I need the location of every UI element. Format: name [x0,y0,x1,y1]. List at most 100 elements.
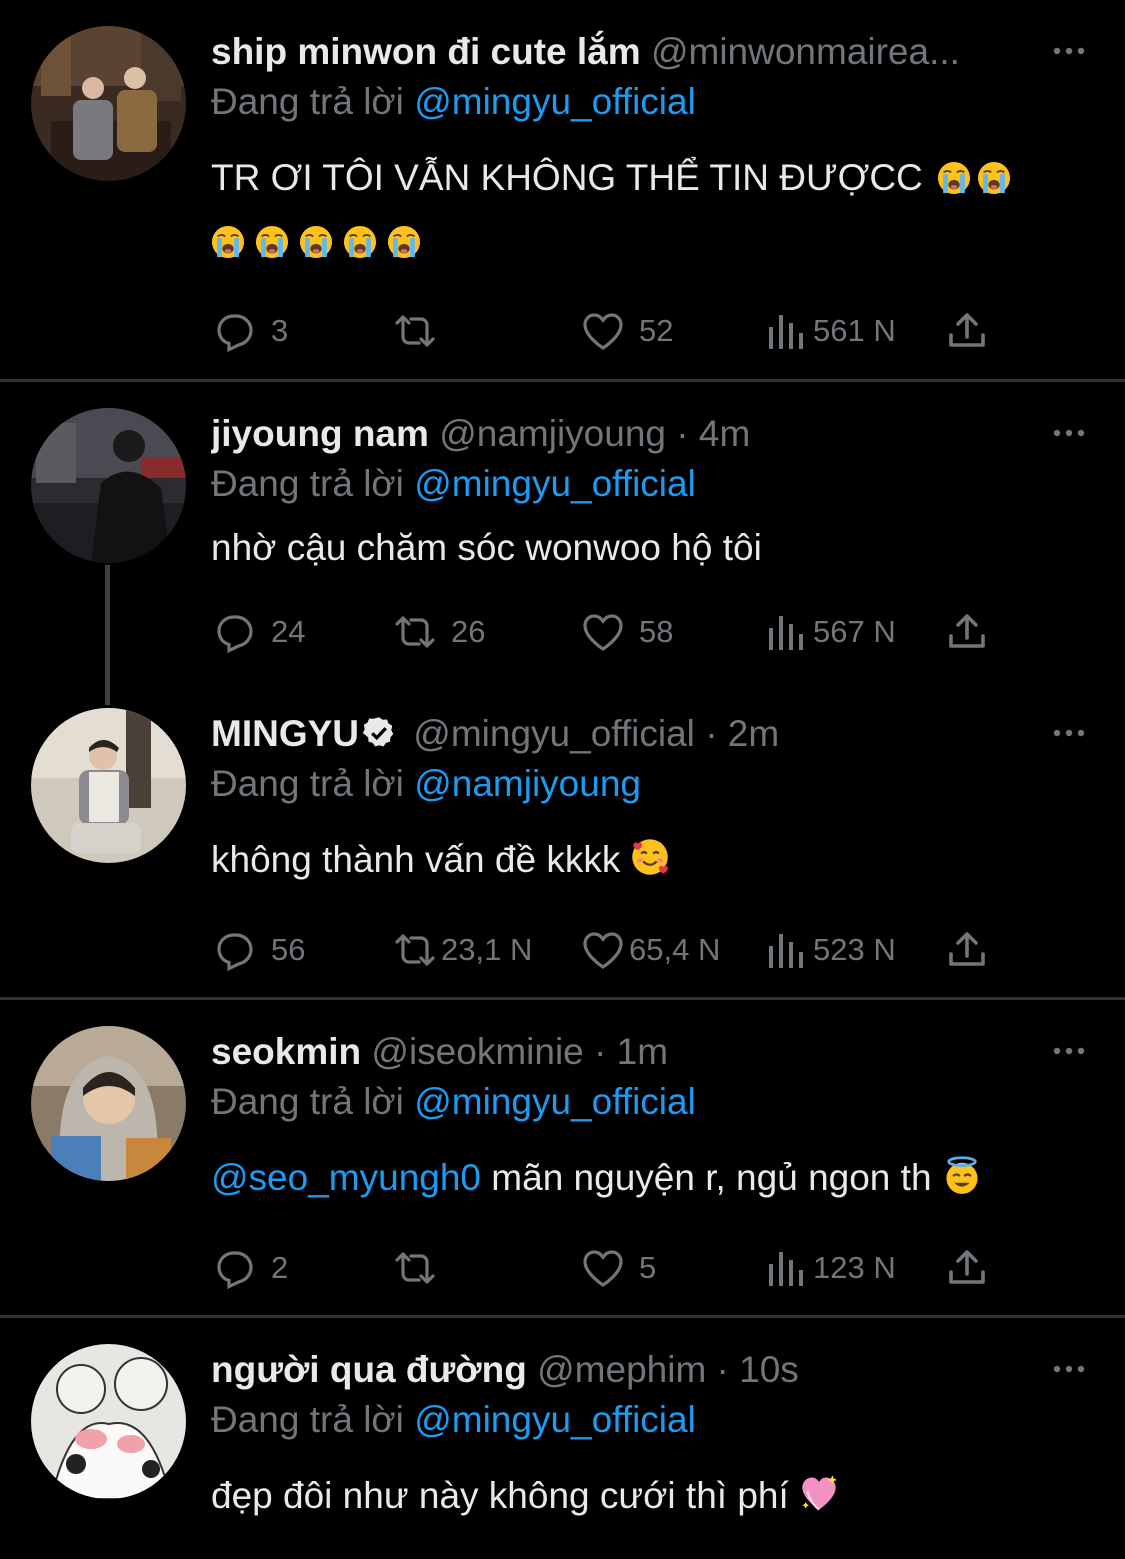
tweet-header: người qua đường @mephim · 10s [211,1344,1031,1396]
tweet-5[interactable]: người qua đường @mephim · 10s Đang trả l… [0,1344,1125,1559]
share-icon [943,1244,991,1292]
share-button[interactable] [943,608,991,656]
tweet-4[interactable]: seokmin @iseokminie · 1m Đang trả lời @m… [0,1026,1125,1316]
views-icon [763,608,811,656]
loudly-crying-emoji [255,225,289,259]
display-name[interactable]: ship minwon đi cute lắm [211,31,641,72]
reply-button[interactable]: 2 [211,1244,288,1292]
tweet-text-content: mãn nguyện r, ngủ ngon th [491,1157,932,1198]
tweet-header: MINGYU @mingyu_official · 2m [211,708,1031,760]
separator [0,1315,1125,1318]
views-count: 561 N [813,313,896,348]
tweet-text: đẹp đôi như này không cưới thì phí [211,1464,1091,1528]
loudly-crying-emoji [343,225,377,259]
avatar[interactable] [31,1026,186,1181]
retweet-icon [391,926,439,974]
loudly-crying-emoji [387,225,421,259]
loudly-crying-emoji [211,225,245,259]
like-button[interactable]: 52 [579,307,673,355]
retweet-button[interactable] [391,307,451,355]
views-button[interactable]: 523 N [763,926,896,974]
reply-button[interactable]: 56 [211,926,305,974]
replying-to-mention[interactable]: @mingyu_official [414,1399,696,1440]
separator [0,379,1125,382]
more-options-icon[interactable] [1049,1354,1089,1384]
like-count: 5 [639,1250,657,1285]
username[interactable]: @iseokminie [371,1031,583,1072]
tweet-3[interactable]: MINGYU @mingyu_official · 2m Đang trả lờ… [0,708,1125,998]
username[interactable]: @namjiyoung [439,413,666,454]
display-name[interactable]: người qua đường [211,1349,527,1390]
like-count: 58 [639,614,674,649]
share-button[interactable] [943,307,991,355]
tweet-header: seokmin @iseokminie · 1m [211,1026,1031,1078]
separator-dot: · [705,713,718,754]
more-options-icon[interactable] [1049,36,1089,66]
display-name[interactable]: seokmin [211,1031,361,1072]
tweet-2[interactable]: jiyoung nam @namjiyoung · 4m Đang trả lờ… [0,408,1125,678]
retweet-button[interactable]: 23,1 N [391,926,532,974]
replying-to-label: Đang trả lời [211,81,404,122]
avatar[interactable] [31,708,186,863]
retweet-icon [391,608,439,656]
views-icon [763,307,811,355]
reply-count: 2 [271,1250,289,1285]
like-count: 52 [639,313,674,348]
replying-to: Đang trả lời @mingyu_official [211,460,696,508]
like-button[interactable]: 65,4 N [579,926,720,974]
username[interactable]: @minwonmairea... [651,31,960,72]
replying-to-mention[interactable]: @namjiyoung [414,763,641,804]
share-icon [943,307,991,355]
timestamp[interactable]: 10s [739,1349,799,1390]
display-name[interactable]: jiyoung nam [211,413,429,454]
tweet-1[interactable]: ship minwon đi cute lắm @minwonmairea...… [0,26,1125,381]
username[interactable]: @mephim [537,1349,706,1390]
avatar[interactable] [31,1344,186,1499]
like-button[interactable]: 5 [579,1244,656,1292]
text-mention-link[interactable]: @seo_myungh0 [211,1157,481,1198]
tweet-actions: 3 52 561 N [211,307,1011,355]
heart-icon [579,307,627,355]
replying-to-label: Đang trả lời [211,1081,404,1122]
loudly-crying-emoji [937,161,971,195]
separator-dot: · [716,1349,729,1390]
loudly-crying-emoji [977,161,1011,195]
reply-button[interactable]: 3 [211,307,288,355]
replying-to-mention[interactable]: @mingyu_official [414,81,696,122]
reply-button[interactable]: 24 [211,608,305,656]
tweet-header: jiyoung nam @namjiyoung · 4m [211,408,1031,460]
retweet-button[interactable] [391,1244,451,1292]
smiling-face-with-hearts-emoji [630,837,670,877]
share-button[interactable] [943,1244,991,1292]
tweet-text-content: không thành vấn đề kkkk [211,839,621,880]
replying-to: Đang trả lời @mingyu_official [211,1396,696,1444]
username[interactable]: @mingyu_official [413,713,695,754]
views-button[interactable]: 123 N [763,1244,896,1292]
reply-icon [211,608,259,656]
views-count: 523 N [813,932,896,967]
timestamp[interactable]: 2m [728,713,779,754]
more-options-icon[interactable] [1049,718,1089,748]
replying-to: Đang trả lời @namjiyoung [211,760,641,808]
retweet-count: 23,1 N [441,932,533,967]
timestamp[interactable]: 1m [617,1031,668,1072]
replying-to-mention[interactable]: @mingyu_official [414,1081,696,1122]
replying-to-mention[interactable]: @mingyu_official [414,463,696,504]
tweet-actions: 2 5 123 N [211,1244,1011,1292]
heart-icon [579,1244,627,1292]
share-button[interactable] [943,926,991,974]
views-button[interactable]: 561 N [763,307,896,355]
more-options-icon[interactable] [1049,1036,1089,1066]
avatar[interactable] [31,26,186,181]
retweet-icon [391,307,439,355]
retweet-button[interactable]: 26 [391,608,485,656]
more-options-icon[interactable] [1049,418,1089,448]
timestamp[interactable]: 4m [699,413,750,454]
tweet-text: @seo_myungh0 mãn nguyện r, ngủ ngon th [211,1146,1091,1210]
avatar[interactable] [31,408,186,563]
display-name[interactable]: MINGYU [211,713,359,754]
heart-icon [579,608,627,656]
views-button[interactable]: 567 N [763,608,896,656]
like-button[interactable]: 58 [579,608,673,656]
views-icon [763,1244,811,1292]
